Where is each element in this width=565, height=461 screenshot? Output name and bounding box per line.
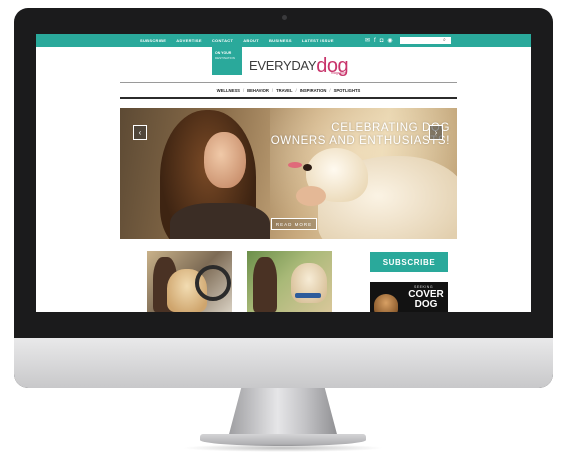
cover-title-line2: DOG: [414, 299, 438, 310]
cover-dog-image: [374, 294, 398, 312]
article-thumbnail-1[interactable]: [147, 251, 232, 312]
top-nav: SUBSCRIBE ADVERTISE CONTACT ABOUT BUSINE…: [140, 34, 334, 47]
logo-tagline: magazine: [331, 71, 347, 75]
mail-icon[interactable]: ✉: [365, 38, 370, 44]
nav-divider-top: [120, 82, 457, 83]
logo-everyday: EVERYDAY: [249, 58, 317, 73]
article-thumbnail-2[interactable]: [247, 251, 332, 312]
hero-dog-nose: [303, 164, 312, 171]
thumb2-person: [253, 257, 277, 312]
nav-travel[interactable]: TRAVEL: [276, 88, 292, 93]
nav-separator: /: [295, 87, 297, 93]
hero-headline-line1: CELEBRATING DOG: [331, 122, 450, 134]
hero-slider: CELEBRATING DOG OWNERS AND ENTHUSIASTS! …: [120, 108, 457, 239]
hero-hand: [296, 186, 326, 206]
read-more-button[interactable]: READ MORE: [271, 218, 317, 230]
pinterest-icon[interactable]: ◉: [387, 38, 392, 44]
social-links: ✉ f ◘ ◉: [365, 36, 393, 45]
search-icon[interactable]: ⌕: [443, 37, 446, 43]
hero-woman-face: [204, 132, 246, 188]
hero-headline: CELEBRATING DOG OWNERS AND ENTHUSIASTS!: [270, 122, 450, 148]
hero-headline-line2: OWNERS AND ENTHUSIASTS!: [270, 135, 450, 147]
hero-dog-tongue: [288, 162, 302, 168]
hero-woman-body: [170, 203, 270, 239]
nav-separator: /: [329, 87, 331, 93]
top-bar: SUBSCRIBE ADVERTISE CONTACT ABOUT BUSINE…: [36, 34, 531, 47]
stand-shadow: [182, 444, 384, 452]
thumb2-collar: [295, 293, 321, 298]
nav-behavior[interactable]: BEHAVIOR: [247, 88, 269, 93]
nav-separator: /: [242, 87, 245, 93]
monitor-chin: [14, 338, 553, 388]
top-nav-advertise[interactable]: ADVERTISE: [176, 38, 202, 43]
subscribe-button[interactable]: SUBSCRIBE: [370, 252, 448, 272]
top-nav-about[interactable]: ABOUT: [243, 38, 259, 43]
nav-wellness[interactable]: WELLNESS: [217, 88, 240, 93]
top-nav-contact[interactable]: CONTACT: [212, 38, 233, 43]
nav-inspiration[interactable]: INSPIRATION: [300, 88, 327, 93]
promo-line2: DESTINATION: [215, 56, 235, 60]
nav-separator: /: [271, 87, 274, 93]
nav-spotlights[interactable]: SPOTLIGHTS: [334, 88, 361, 93]
promo-badge[interactable]: ON YOUR DESTINATION: [212, 47, 242, 75]
slider-prev-icon[interactable]: ‹: [133, 125, 147, 140]
top-nav-subscribe[interactable]: SUBSCRIBE: [140, 38, 166, 43]
facebook-icon[interactable]: f: [374, 38, 376, 44]
cover-dog-ad[interactable]: SEEKING COVER DOG: [370, 282, 448, 312]
main-nav: WELLNESS / BEHAVIOR / TRAVEL / INSPIRATI…: [120, 85, 457, 95]
monitor-stand: [228, 388, 338, 438]
top-nav-business[interactable]: BUSINESS: [269, 38, 292, 43]
top-nav-latest-issue[interactable]: LATEST ISSUE: [302, 38, 334, 43]
slider-next-icon[interactable]: ›: [429, 125, 443, 140]
thumb1-steering-wheel: [195, 265, 231, 301]
camera-dot: [282, 15, 287, 20]
website-screen: SUBSCRIBE ADVERTISE CONTACT ABOUT BUSINE…: [36, 34, 531, 312]
nav-divider-bottom: [120, 97, 457, 99]
instagram-icon[interactable]: ◘: [380, 38, 384, 44]
